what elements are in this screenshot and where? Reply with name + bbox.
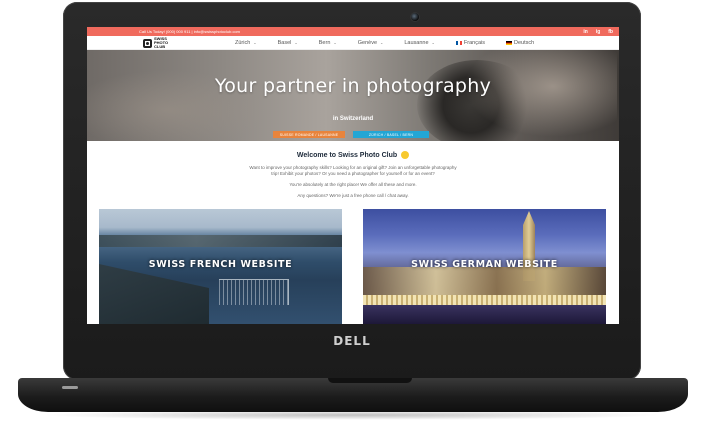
nav-item-label: Bern [318, 40, 331, 46]
card-label: SWISS GERMAN WEBSITE [411, 259, 558, 270]
dell-logo: DELL [333, 334, 371, 348]
card-image-shore [99, 235, 342, 247]
logo-text: SWISS PHOTO CLUB [154, 36, 169, 49]
nav-item-lausanne[interactable]: Lausanne ⌄ [404, 40, 435, 46]
lang-label: Français [463, 40, 485, 46]
top-contact-bar: Call Us Today! (000) 000 911 | info@swis… [87, 27, 619, 36]
linkedin-icon[interactable]: in [583, 29, 587, 35]
nav-item-label: Genève [357, 40, 378, 46]
camera-logo-icon [143, 38, 152, 48]
nav-item-zurich[interactable]: Zürich ⌄ [235, 40, 257, 46]
nav-item-bern[interactable]: Bern ⌄ [319, 40, 337, 46]
welcome-line-2: You're absolutely at the right place! We… [289, 182, 417, 187]
chevron-down-icon: ⌄ [431, 40, 435, 45]
zurich-button[interactable]: ZÜRICH / BASEL / BERN [353, 131, 429, 138]
hero-subtitle: in Switzerland [332, 116, 374, 122]
swiss-french-card[interactable]: SWISS FRENCH WEBSITE [99, 209, 342, 324]
lang-deutsch[interactable]: Deutsch [506, 40, 534, 46]
nav-item-label: Zürich [235, 40, 251, 46]
nav-item-geneve[interactable]: Genève ⌄ [358, 40, 384, 46]
welcome-section: Welcome to Swiss Photo Club Want to impr… [87, 151, 619, 199]
card-image-land [99, 264, 209, 324]
welcome-line-3: Any questions? We're just a free phone c… [297, 193, 409, 198]
card-image-bridge [363, 295, 606, 305]
german-flag-icon [506, 40, 512, 45]
card-image-buildings [363, 267, 606, 297]
hinge-notch [328, 378, 412, 383]
main-navbar: SWISS PHOTO CLUB Zürich ⌄ Basel ⌄ Bern ⌄ Ge… [87, 36, 619, 50]
card-image-river [363, 305, 606, 324]
chevron-down-icon: ⌄ [380, 40, 384, 45]
power-led-icon [62, 386, 78, 389]
welcome-intro: Want to improve your photography skills?… [249, 165, 457, 176]
hero-banner: Your partner in photography in Switzerla… [87, 50, 619, 141]
lang-label: Deutsch [514, 40, 535, 46]
nav-item-label: Lausanne [404, 40, 429, 46]
chevron-down-icon: ⌄ [294, 40, 298, 45]
laptop-base [18, 378, 688, 412]
nav-item-label: Basel [277, 40, 292, 46]
hero-title: Your partner in photography [214, 75, 492, 97]
facebook-icon[interactable]: fb [608, 29, 613, 35]
welcome-heading: Welcome to Swiss Photo Club [87, 151, 619, 159]
lang-francais[interactable]: Français [455, 40, 485, 46]
webcam-icon [410, 12, 420, 22]
romande-button[interactable]: SUISSE ROMANDE / LAUSANNE [273, 131, 345, 138]
french-flag-icon [455, 40, 462, 45]
instagram-icon[interactable]: ig [596, 29, 600, 35]
nav-item-basel[interactable]: Basel ⌄ [278, 40, 298, 46]
site-logo[interactable]: SWISS PHOTO CLUB [143, 37, 183, 49]
nav-menu: Zürich ⌄ Basel ⌄ Bern ⌄ Genève ⌄ Lausanne ⌄ F… [235, 36, 555, 50]
contact-info[interactable]: Call Us Today! (000) 000 911 | info@swis… [139, 29, 583, 34]
smiley-emoji-icon [401, 151, 410, 159]
welcome-heading-text: Welcome to Swiss Photo Club [296, 151, 398, 159]
chevron-down-icon: ⌄ [253, 40, 257, 45]
browser-viewport: Call Us Today! (000) 000 911 | info@swis… [87, 27, 619, 324]
card-image-harbor [219, 279, 289, 305]
social-links: in ig fb [583, 29, 613, 35]
swiss-german-card[interactable]: SWISS GERMAN WEBSITE [363, 209, 606, 324]
chevron-down-icon: ⌄ [333, 40, 337, 45]
card-label: SWISS FRENCH WEBSITE [148, 259, 293, 270]
